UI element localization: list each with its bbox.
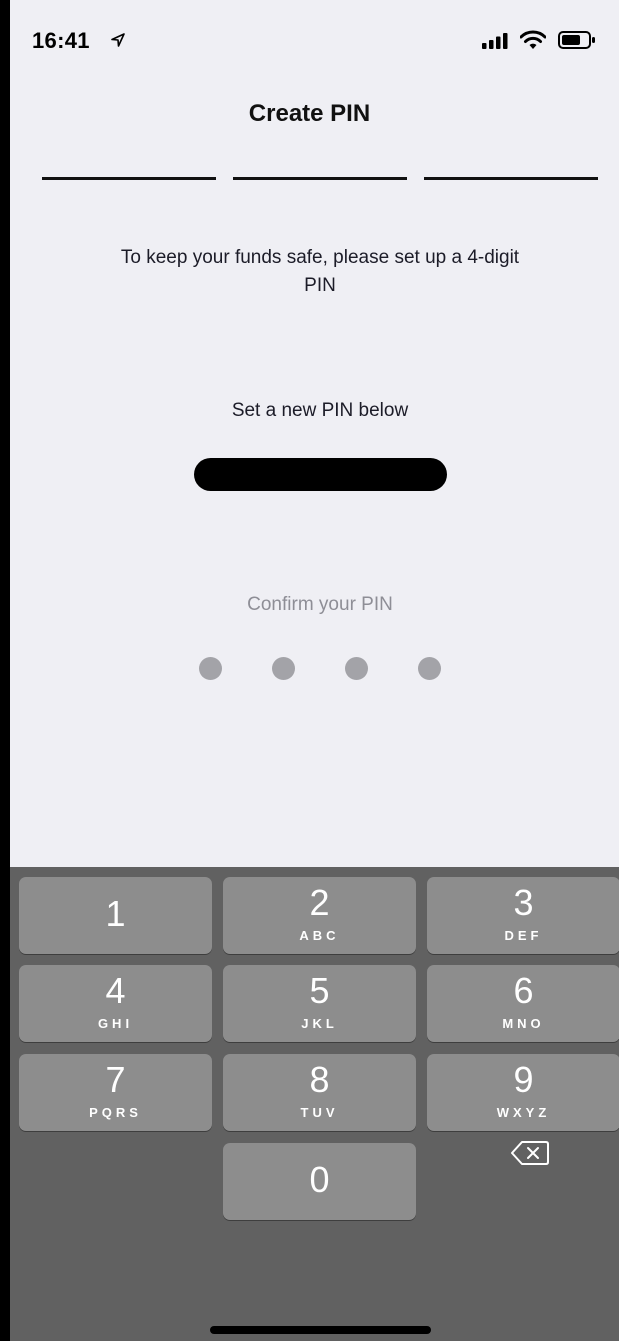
progress-step-3 [424, 177, 598, 180]
wifi-icon [520, 30, 546, 49]
progress-step-2 [233, 177, 407, 180]
key-0[interactable]: 0 [223, 1143, 416, 1220]
key-digit: 8 [309, 1059, 330, 1100]
key-digit: 0 [309, 1159, 330, 1200]
screen-edge [0, 0, 10, 1341]
confirm-pin-dot [272, 657, 295, 680]
key-9[interactable]: 9 WXYZ [427, 1054, 619, 1131]
key-letters: TUV [300, 1105, 339, 1120]
status-bar: 16:41 [10, 0, 619, 80]
key-digit: 9 [513, 1059, 534, 1100]
page-title: Create PIN [248, 100, 371, 127]
key-digit: 3 [513, 882, 534, 923]
battery-icon [558, 31, 595, 49]
confirm-pin-dot [418, 657, 441, 680]
set-pin-label: Set a new PIN below [231, 400, 409, 421]
key-8[interactable]: 8 TUV [223, 1054, 416, 1131]
key-3[interactable]: 3 DEF [427, 877, 619, 954]
key-digit: 2 [309, 882, 330, 923]
pin-entry-masked[interactable] [194, 458, 447, 491]
key-4[interactable]: 4 GHI [19, 965, 212, 1042]
key-digit: 7 [105, 1059, 126, 1100]
key-5[interactable]: 5 JKL [223, 965, 416, 1042]
key-7[interactable]: 7 PQRS [19, 1054, 212, 1131]
key-digit: 4 [105, 970, 126, 1011]
key-digit: 6 [513, 970, 534, 1011]
confirm-pin-label: Confirm your PIN [247, 594, 393, 615]
progress-step-1 [42, 177, 216, 180]
key-letters: DEF [504, 928, 543, 943]
home-indicator[interactable] [210, 1326, 431, 1334]
key-letters: ABC [299, 928, 340, 943]
key-letters: JKL [301, 1016, 338, 1031]
key-letters: PQRS [89, 1105, 142, 1120]
numeric-keypad: 1 2 ABC 3 DEF 4 GHI 5 JKL 6 MNO 7 PQRS 8 [10, 867, 619, 1341]
key-1[interactable]: 1 [19, 877, 212, 954]
key-6[interactable]: 6 MNO [427, 965, 619, 1042]
key-letters: GHI [97, 1016, 134, 1031]
key-digit: 5 [309, 970, 330, 1011]
key-letters: MNO [502, 1016, 545, 1031]
create-pin-screen: 16:41 Create PIN To keep your funds safe… [10, 0, 619, 1341]
location-arrow-icon [111, 33, 125, 47]
key-digit: 1 [105, 893, 126, 934]
cellular-signal-icon [482, 33, 508, 49]
status-time: 16:41 [32, 28, 90, 53]
key-2[interactable]: 2 ABC [223, 877, 416, 954]
key-letters: WXYZ [496, 1105, 551, 1120]
confirm-pin-dot [199, 657, 222, 680]
confirm-pin-dot [345, 657, 368, 680]
backspace-icon[interactable] [510, 1138, 550, 1168]
intro-text: To keep your funds safe, please set up a… [120, 247, 520, 296]
